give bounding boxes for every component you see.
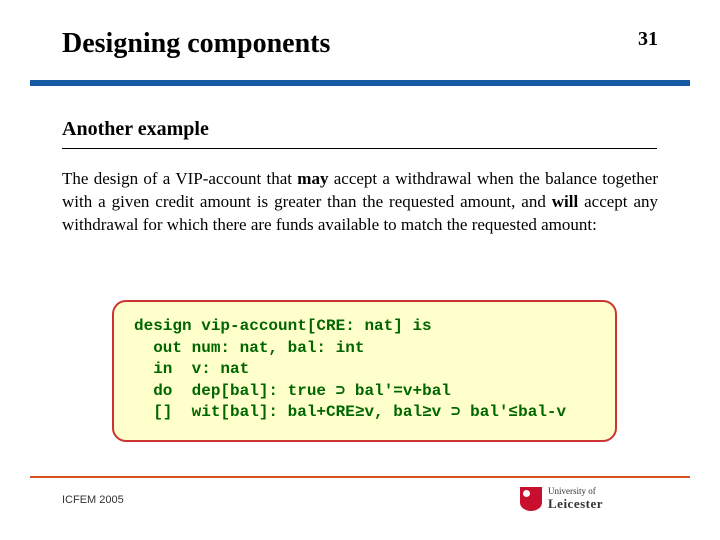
code-l5a: [] wit[bal]: bal+CRE≥v, bal≥v xyxy=(134,403,451,421)
arrow-icon: ⊃ xyxy=(451,403,461,421)
subheading-underline xyxy=(62,148,657,149)
body-text: The design of a VIP-account that may acc… xyxy=(62,168,658,237)
footer-rule xyxy=(30,476,690,478)
logo-text: University of Leicester xyxy=(548,487,603,510)
logo-bottom: Leicester xyxy=(548,497,603,511)
code-l1: design vip-account[CRE: nat] is xyxy=(134,317,432,335)
body-pre: The design of a VIP-account that xyxy=(62,169,297,188)
code-l4a: do dep[bal]: true xyxy=(134,382,336,400)
footer-left: ICFEM 2005 xyxy=(62,494,124,506)
body-will: will xyxy=(552,192,578,211)
code-box: design vip-account[CRE: nat] is out num:… xyxy=(112,300,617,442)
header: Designing components xyxy=(62,28,658,60)
slide: Designing components 31 Another example … xyxy=(0,0,720,540)
code-l3: in v: nat xyxy=(134,360,249,378)
code-l4b: bal'=v+bal xyxy=(345,382,451,400)
code-l2: out num: nat, bal: int xyxy=(134,339,364,357)
university-logo: University of Leicester xyxy=(520,486,670,512)
subheading: Another example xyxy=(62,118,209,141)
shield-icon xyxy=(520,487,542,511)
code-block: design vip-account[CRE: nat] is out num:… xyxy=(134,316,595,424)
arrow-icon: ⊃ xyxy=(336,382,346,400)
page-title: Designing components xyxy=(62,28,330,59)
title-rule xyxy=(30,80,690,86)
code-l5b: bal'≤bal-v xyxy=(461,403,567,421)
body-may: may xyxy=(297,169,328,188)
page-number: 31 xyxy=(638,28,658,51)
